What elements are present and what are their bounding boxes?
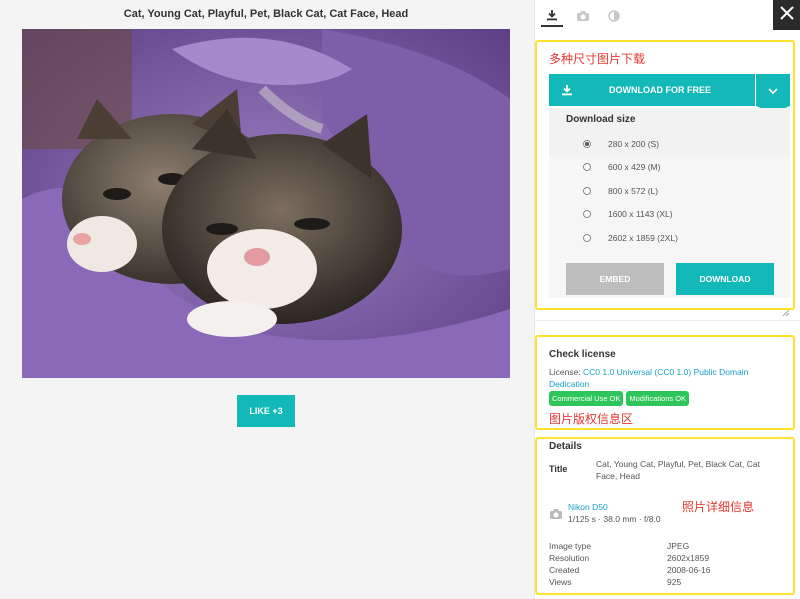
camera-model-link[interactable]: Nikon D50 (568, 502, 608, 512)
modifications-badge: Modifications OK (626, 391, 690, 406)
radio[interactable] (583, 163, 591, 172)
annotation-details: 照片详细信息 (682, 500, 755, 514)
annotation-license: 图片版权信息区 (549, 412, 634, 426)
embed-button[interactable]: EMBED (566, 263, 664, 295)
download-options-toggle[interactable] (756, 74, 790, 106)
size-option-s[interactable]: 280 x 200 (S) (549, 132, 790, 156)
tab-contrast[interactable] (603, 5, 625, 27)
camera-settings: 1/125 s · 38.0 mm · f/8.0 (568, 514, 661, 524)
contrast-icon (608, 10, 620, 22)
divider (535, 320, 800, 321)
size-options: 280 x 200 (S) 600 x 429 (M) 800 x 572 (L… (549, 132, 790, 250)
meta-key: Views (549, 577, 572, 587)
radio[interactable] (583, 186, 591, 195)
size-option-xl[interactable]: 1600 x 1143 (XL) (549, 203, 790, 227)
kittens-photo[interactable] (22, 29, 510, 378)
title-key: Title (549, 464, 568, 474)
size-option-l[interactable]: 800 x 572 (L) (549, 179, 790, 203)
radio[interactable] (583, 233, 591, 242)
meta-key: Resolution (549, 553, 590, 563)
meta-row: Resolution 2602x1859 (549, 552, 769, 564)
meta-value: JPEG (667, 541, 690, 551)
tab-camera[interactable] (572, 5, 594, 27)
image-meta-table: Image type JPEG Resolution 2602x1859 Cre… (549, 540, 769, 588)
title-value: Cat, Young Cat, Playful, Pet, Black Cat,… (596, 459, 760, 481)
download-size-heading: Download size (566, 114, 636, 125)
image-preview-pane: Cat, Young Cat, Playful, Pet, Black Cat,… (0, 0, 534, 599)
like-button[interactable]: LIKE +3 (237, 395, 295, 427)
meta-row: Image type JPEG (549, 540, 769, 552)
license-prefix: License: (549, 367, 584, 377)
meta-row: Created 2008-06-16 (549, 564, 769, 576)
sidebar-tabs (535, 0, 800, 30)
close-icon (780, 5, 794, 25)
download-button[interactable]: DOWNLOAD (676, 263, 774, 295)
size-option-label: 2602 x 1859 (2XL) (608, 232, 678, 243)
radio-selected[interactable] (583, 139, 591, 148)
tab-download[interactable] (541, 5, 563, 27)
commercial-use-badge: Commercial Use OK (549, 391, 624, 406)
close-button[interactable] (773, 0, 800, 30)
license-heading: Check license (549, 349, 616, 360)
size-option-2xl[interactable]: 2602 x 1859 (2XL) (549, 226, 790, 250)
license-text: License: CC0 1.0 Universal (CC0 1.0) Pub… (549, 366, 769, 390)
radio[interactable] (583, 210, 591, 219)
download-icon (549, 84, 585, 96)
meta-row: Views 925 (549, 576, 769, 588)
meta-value: 925 (667, 577, 682, 587)
details-heading: Details (549, 441, 582, 452)
size-option-label: 1600 x 1143 (XL) (608, 209, 673, 220)
license-badges: Commercial Use OK Modifications OK (549, 391, 690, 406)
size-option-label: 800 x 572 (L) (608, 185, 659, 196)
kittens-photo-drawing (22, 29, 510, 378)
meta-value: 2602x1859 (667, 553, 710, 563)
meta-key: Image type (549, 541, 592, 551)
camera-icon (576, 10, 590, 22)
image-title: Cat, Young Cat, Playful, Pet, Black Cat,… (123, 8, 409, 20)
download-for-free-label: DOWNLOAD FOR FREE (609, 85, 711, 95)
annotation-sizes: 多种尺寸图片下载 (549, 52, 646, 66)
download-sidebar: 多种尺寸图片下载 DOWNLOAD FOR FREE Download size… (534, 0, 800, 599)
meta-key: Created (549, 565, 580, 575)
download-icon (546, 9, 558, 21)
download-for-free-button[interactable]: DOWNLOAD FOR FREE (549, 74, 755, 106)
size-option-label: 600 x 429 (M) (608, 162, 661, 173)
size-option-label: 280 x 200 (S) (608, 138, 660, 149)
image-detail-page: Cat, Young Cat, Playful, Pet, Black Cat,… (0, 0, 800, 599)
chevron-down-icon (768, 81, 778, 99)
resize-handle-icon[interactable] (782, 309, 790, 317)
camera-icon (549, 507, 563, 525)
size-option-m[interactable]: 600 x 429 (M) (549, 156, 790, 180)
meta-value: 2008-06-16 (667, 565, 711, 575)
